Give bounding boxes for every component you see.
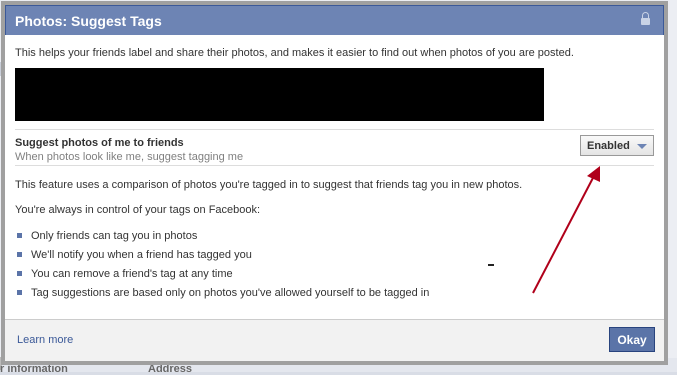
dialog-content: This helps your friends label and share … [5, 47, 664, 305]
okay-button[interactable]: Okay [609, 327, 655, 352]
control-note: You're always in control of your tags on… [15, 204, 261, 216]
dropdown-value: Enabled [587, 139, 630, 152]
dialog-titlebar: Photos: Suggest Tags [5, 5, 664, 35]
dialog-title: Photos: Suggest Tags [15, 12, 162, 29]
list-item: We'll notify you when a friend has tagge… [15, 248, 654, 267]
bullet-icon [17, 252, 22, 257]
setting-title: Suggest photos of me to friends [15, 137, 184, 149]
bullet-icon [17, 271, 22, 276]
dialog-footer: Learn more Okay [5, 319, 664, 361]
suggest-tags-dropdown[interactable]: Enabled [580, 135, 654, 156]
bullet-icon [17, 233, 22, 238]
learn-more-link[interactable]: Learn more [17, 334, 73, 346]
lock-icon [641, 12, 650, 26]
redacted-area [15, 68, 544, 121]
intro-text: This helps your friends label and share … [15, 47, 574, 59]
description-text: This feature uses a comparison of photos… [15, 179, 523, 191]
setting-subtitle: When photos look like me, suggest taggin… [15, 151, 244, 163]
stray-mark [488, 264, 494, 266]
suggest-tags-dialog: Photos: Suggest Tags This helps your fri… [1, 1, 668, 365]
chevron-down-icon [637, 144, 647, 149]
bullet-icon [17, 290, 22, 295]
list-item: You can remove a friend's tag at any tim… [15, 267, 654, 286]
bullet-list: Only friends can tag you in photos We'll… [15, 229, 654, 305]
list-item: Tag suggestions are based only on photos… [15, 286, 654, 305]
setting-row: Suggest photos of me to friends When pho… [15, 129, 654, 166]
list-item: Only friends can tag you in photos [15, 229, 654, 248]
